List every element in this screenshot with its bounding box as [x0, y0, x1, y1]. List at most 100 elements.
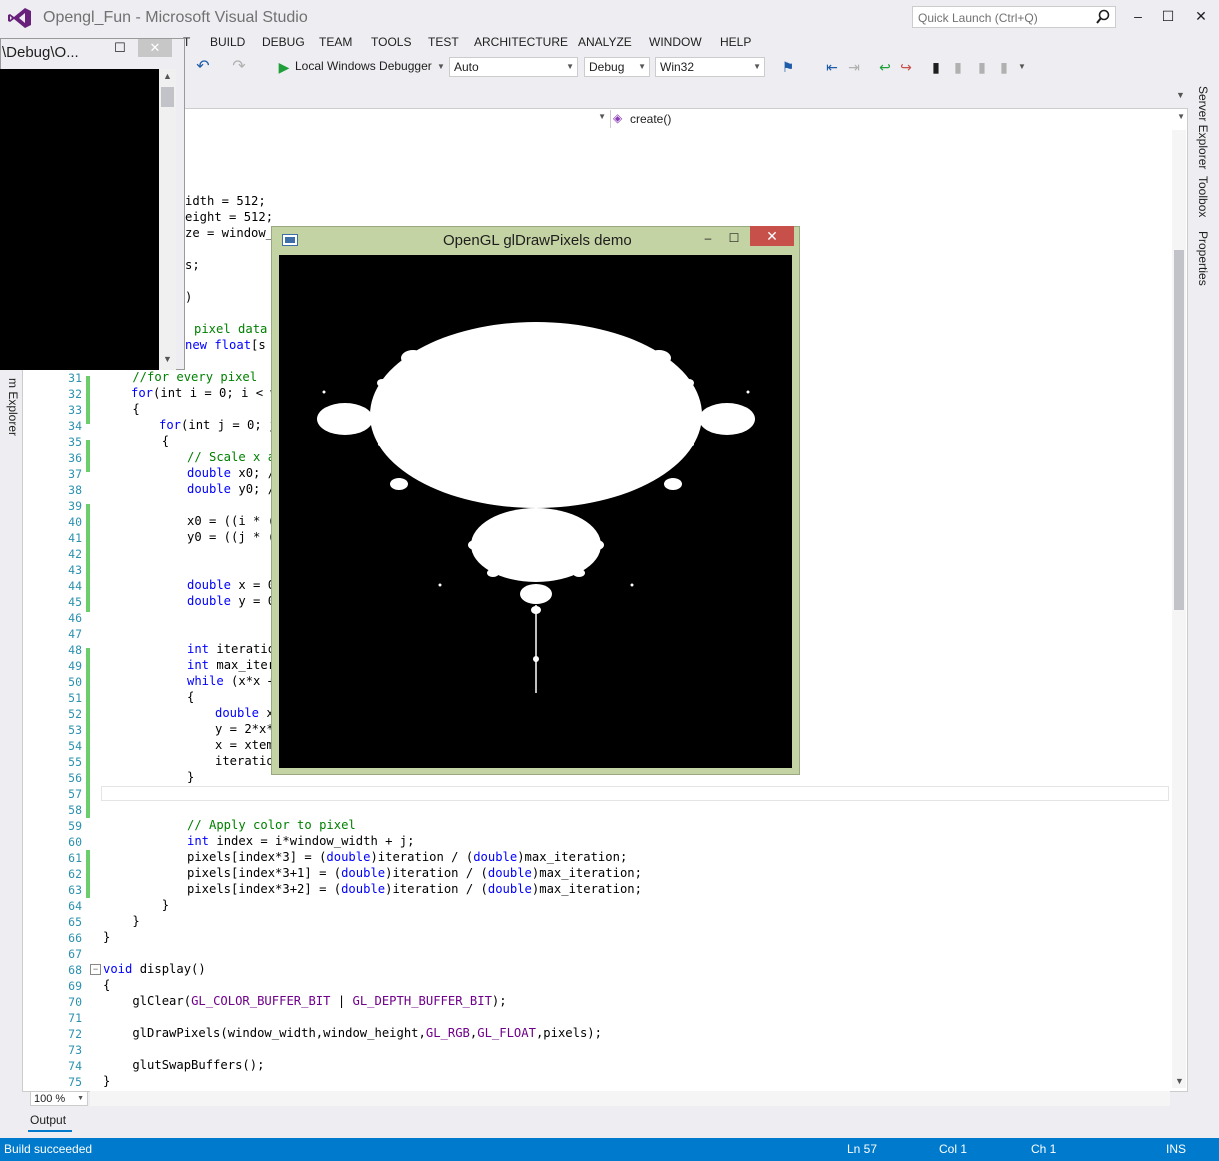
server-explorer-tab[interactable]: Server Explorer — [1196, 86, 1210, 169]
line-number: 45 — [68, 595, 82, 609]
gl-maximize-button[interactable]: ☐ — [724, 229, 744, 247]
line-number: 71 — [68, 1011, 82, 1025]
solution-explorer-tab[interactable]: m Explorer — [6, 378, 20, 436]
gl-minimize-button[interactable]: – — [698, 229, 718, 247]
code-line-64: } — [103, 898, 170, 912]
menu-window[interactable]: WINDOW — [649, 35, 702, 49]
search-icon — [1096, 9, 1110, 24]
solution-config-combo[interactable]: Auto ▼ — [449, 57, 578, 77]
gl-close-button[interactable]: ✕ — [750, 226, 794, 246]
outdent-icon[interactable]: ⇥ — [846, 59, 862, 75]
vertical-scroll-thumb[interactable] — [1174, 250, 1184, 610]
code-line-partial: eight = 512; — [185, 210, 274, 224]
toolbox-tab[interactable]: Toolbox — [1196, 176, 1210, 217]
indent-icon[interactable]: ⇤ — [824, 59, 840, 75]
line-number: 56 — [68, 771, 82, 785]
menu-architecture[interactable]: ARCHITECTURE — [474, 35, 568, 49]
status-column: Col 1 — [939, 1142, 968, 1156]
console-maximize-button[interactable]: ☐ — [112, 38, 128, 58]
line-number: 38 — [68, 483, 82, 497]
console-scroll-thumb[interactable] — [161, 87, 174, 107]
comment-icon[interactable]: ↩ — [877, 59, 893, 75]
line-number: 32 — [68, 387, 82, 401]
code-line-74: glutSwapBuffers(); — [103, 1058, 265, 1072]
line-number: 63 — [68, 883, 82, 897]
maximize-button[interactable]: ☐ — [1150, 4, 1186, 28]
close-button[interactable]: ✕ — [1183, 4, 1219, 28]
quick-launch-input[interactable]: Quick Launch (Ctrl+Q) — [912, 6, 1116, 28]
line-number: 34 — [68, 419, 82, 433]
line-number: 53 — [68, 723, 82, 737]
output-tab-indicator — [28, 1130, 72, 1132]
menu-analyze[interactable]: ANALYZE — [578, 35, 632, 49]
toolbar-overflow-icon[interactable]: ▼ — [1014, 59, 1030, 75]
menu-build[interactable]: BUILD — [210, 35, 245, 49]
line-number: 48 — [68, 643, 82, 657]
properties-tab[interactable]: Properties — [1196, 231, 1210, 286]
code-line-38: double y0; / — [187, 482, 276, 496]
status-bar: Build succeeded Ln 57 Col 1 Ch 1 INS — [0, 1138, 1219, 1161]
line-number: 73 — [68, 1043, 82, 1057]
line-number: 49 — [68, 659, 82, 673]
code-line-72: glDrawPixels(window_width,window_height,… — [103, 1026, 602, 1040]
line-number: 46 — [68, 611, 82, 625]
menu-tools[interactable]: TOOLS — [371, 35, 411, 49]
line-number: 65 — [68, 915, 82, 929]
menu-debug[interactable]: DEBUG — [262, 35, 305, 49]
menu-team[interactable]: TEAM — [319, 35, 352, 49]
menu-test[interactable]: TEST — [428, 35, 459, 49]
code-line-61: pixels[index*3] = (double)iteration / (d… — [187, 850, 628, 864]
mandelbrot-render — [279, 255, 792, 768]
scroll-down-icon[interactable]: ▼ — [163, 354, 172, 364]
output-tab[interactable]: Output — [30, 1113, 66, 1127]
collapse-icon[interactable]: − — [90, 964, 101, 975]
code-line-65: } — [103, 914, 140, 928]
panel-dropdown-icon[interactable]: ▼ — [1176, 90, 1185, 100]
app-icon — [282, 234, 298, 246]
window-title: Opengl_Fun - Microsoft Visual Studio — [43, 9, 308, 26]
attach-icon[interactable]: ⚑ — [780, 59, 796, 75]
line-number: 70 — [68, 995, 82, 1009]
line-number: 50 — [68, 675, 82, 689]
method-icon: ◈ — [613, 111, 623, 125]
chevron-down-icon: ▼ — [598, 112, 606, 121]
debugger-label[interactable]: Local Windows Debugger — [295, 59, 432, 73]
line-number: 59 — [68, 819, 82, 833]
start-debug-icon[interactable]: ▶ — [276, 59, 292, 75]
console-scrollbar[interactable] — [159, 69, 176, 370]
code-line-51: { — [187, 690, 195, 704]
line-number: 54 — [68, 739, 82, 753]
code-line-partial: idth = 512; — [185, 194, 266, 208]
console-close-button[interactable]: ✕ — [138, 39, 172, 57]
redo-icon[interactable]: ↷ — [231, 59, 247, 75]
line-number: 60 — [68, 835, 82, 849]
scroll-up-icon[interactable]: ▲ — [163, 71, 172, 81]
change-marker — [86, 648, 90, 818]
code-line-partial: s; — [185, 258, 200, 272]
line-number: 67 — [68, 947, 82, 961]
member-dropdown[interactable]: ▼ — [610, 110, 1189, 128]
prev-bookmark-icon[interactable]: ▮ — [950, 59, 966, 75]
line-number: 64 — [68, 899, 82, 913]
platform-combo[interactable]: Win32 ▼ — [655, 57, 765, 77]
scroll-down-icon[interactable]: ▼ — [1175, 1076, 1184, 1086]
bookmark-icon[interactable]: ▮ — [928, 59, 944, 75]
build-config-combo[interactable]: Debug ▼ — [584, 57, 650, 77]
zoom-value: 100 % — [34, 1093, 66, 1105]
code-line-33: { — [103, 402, 140, 416]
undo-icon[interactable]: ↶ — [195, 59, 211, 75]
code-line-partial: new float[s — [185, 338, 266, 352]
code-line-48: int iteratio — [187, 642, 276, 656]
scope-dropdown[interactable]: ▼ — [186, 110, 608, 128]
menu-help[interactable]: HELP — [720, 35, 751, 49]
zoom-combo[interactable]: 100 % ▼ — [30, 1091, 88, 1106]
code-line-70: glClear(GL_COLOR_BUFFER_BIT | GL_DEPTH_B… — [103, 994, 507, 1008]
horizontal-scrollbar[interactable] — [90, 1091, 1170, 1106]
chevron-down-icon: ▼ — [77, 1095, 84, 1102]
uncomment-icon[interactable]: ↪ — [898, 59, 914, 75]
clear-bookmarks-icon[interactable]: ▮ — [996, 59, 1012, 75]
next-bookmark-icon[interactable]: ▮ — [974, 59, 990, 75]
chevron-down-icon[interactable]: ▼ — [433, 59, 449, 75]
code-line-partial: ze = window_ — [185, 226, 274, 240]
line-number: 37 — [68, 467, 82, 481]
